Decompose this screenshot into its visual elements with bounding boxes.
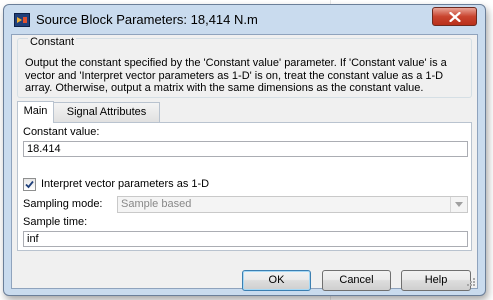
sample-time-input[interactable]: inf — [23, 231, 468, 247]
close-button[interactable] — [432, 7, 477, 26]
main-tab-panel: Constant value: 18.414 Interpret vector … — [17, 122, 472, 251]
title-bar[interactable]: Source Block Parameters: 18,414 N.m — [4, 5, 485, 32]
checkmark-icon — [25, 180, 34, 189]
sampling-mode-label: Sampling mode: — [23, 198, 103, 210]
dialog-window: Source Block Parameters: 18,414 N.m Cons… — [3, 4, 486, 296]
sampling-mode-select[interactable]: Sample based — [117, 196, 468, 213]
tab-signal-attributes[interactable]: Signal Attributes — [53, 102, 160, 122]
interpret-vector-checkbox[interactable] — [23, 178, 36, 191]
close-icon — [449, 12, 461, 22]
block-description: Output the constant specified by the 'Co… — [25, 57, 447, 94]
tab-main[interactable]: Main — [17, 101, 54, 123]
group-title: Constant — [28, 36, 77, 48]
ok-button[interactable]: OK — [242, 270, 311, 291]
constant-value-label: Constant value: — [23, 126, 100, 138]
dialog-client-area: Constant Output the constant specified b… — [11, 34, 478, 291]
block-description-group: Constant Output the constant specified b… — [17, 36, 472, 98]
interpret-vector-label: Interpret vector parameters as 1-D — [41, 178, 210, 190]
constant-value-input[interactable]: 18.414 — [23, 141, 468, 157]
help-button[interactable]: Help — [401, 270, 471, 291]
sampling-mode-value: Sample based — [121, 198, 192, 210]
cancel-button[interactable]: Cancel — [322, 270, 391, 291]
sample-time-label: Sample time: — [23, 216, 88, 228]
simulink-block-icon — [14, 13, 30, 27]
dropdown-arrow[interactable] — [450, 197, 467, 212]
resize-grip-icon[interactable] — [465, 276, 475, 286]
chevron-down-icon — [455, 202, 463, 207]
window-title: Source Block Parameters: 18,414 N.m — [36, 12, 258, 27]
